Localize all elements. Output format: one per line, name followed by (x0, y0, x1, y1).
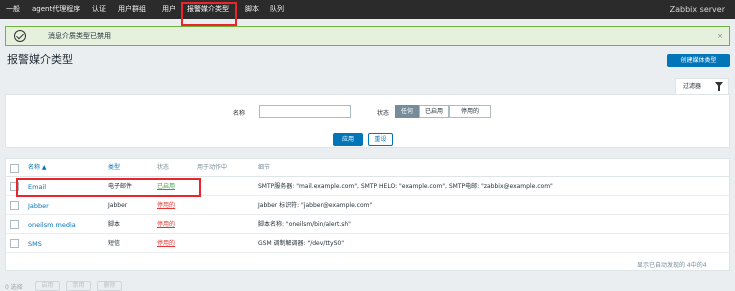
nav-authentication[interactable]: 认证 (92, 0, 106, 19)
media-type-details: GSM 调制解调器: "/dev/ttyS0" (258, 240, 344, 247)
status-filter-label: 状态 (377, 110, 390, 117)
media-type-details: SMTP服务器: "mail.example.com", SMTP HELO: … (258, 183, 553, 190)
media-type-name-link[interactable]: oneilsm media (28, 216, 76, 234)
media-type-details: 脚本名称: "oneilsm/bin/alert.sh" (258, 221, 351, 228)
row-checkbox[interactable] (10, 201, 19, 210)
media-type-type: Jabber (108, 202, 128, 209)
table-row: oneilsm media 脚本 停用的 脚本名称: "oneilsm/bin/… (6, 216, 729, 234)
nav-queue[interactable]: 队列 (270, 0, 284, 19)
close-icon[interactable]: × (717, 27, 723, 45)
column-name[interactable]: 名称 ▲ (28, 159, 47, 177)
brand-label: Zabbix server (669, 5, 725, 14)
filter-tab[interactable]: 过滤器 (675, 78, 729, 94)
nav-proxies[interactable]: agent代理程序 (32, 0, 80, 19)
filter-tab-label: 过滤器 (683, 83, 702, 90)
apply-button[interactable]: 应用 (333, 133, 363, 146)
row-checkbox[interactable] (10, 239, 19, 248)
nav-general[interactable]: 一般 (6, 0, 20, 19)
media-type-type: 脚本 (108, 221, 121, 228)
media-type-type: 短信 (108, 240, 121, 247)
select-all-checkbox[interactable] (10, 164, 19, 173)
nav-users[interactable]: 用户 (162, 0, 176, 19)
status-toggle-link[interactable]: 停用的 (157, 235, 175, 253)
reset-button[interactable]: 重设 (368, 133, 393, 146)
status-toggle-link[interactable]: 停用的 (157, 197, 175, 215)
column-status: 状态 (157, 164, 170, 171)
status-toggle-link[interactable]: 停用的 (157, 216, 175, 234)
column-used-in-actions: 用于动作中 (197, 164, 228, 171)
filter-panel: 名称 状态 任何 已启用 停用的 应用 重设 (5, 94, 730, 148)
name-filter-input[interactable] (259, 105, 351, 118)
success-message: 消息介质类型已禁用 × (5, 26, 730, 46)
media-type-name-link[interactable]: SMS (28, 235, 42, 253)
media-types-table: 名称 ▲ 类型 状态 用于动作中 细节 Email 电子邮件 已启用 SMTP服… (5, 158, 730, 271)
page-title: 报警媒介类型 (7, 53, 73, 66)
media-type-details: Jabber 标识符: "jabber@example.com" (258, 202, 373, 209)
column-details: 细节 (258, 164, 271, 171)
message-text: 消息介质类型已禁用 (48, 32, 111, 40)
table-row: Jabber Jabber 停用的 Jabber 标识符: "jabber@ex… (6, 197, 729, 215)
column-type[interactable]: 类型 (108, 159, 120, 177)
row-checkbox[interactable] (10, 220, 19, 229)
check-circle-icon (14, 30, 26, 42)
filter-icon (715, 82, 723, 91)
table-row: SMS 短信 停用的 GSM 调制解调器: "/dev/ttyS0" (6, 235, 729, 253)
status-disabled-option[interactable]: 停用的 (449, 105, 491, 118)
nav-scripts[interactable]: 脚本 (245, 0, 259, 19)
table-footer-count: 显示已自动发现的 4中的4 (637, 262, 707, 269)
nav-highlight-annotation (181, 2, 237, 26)
top-navigation: 一般 agent代理程序 认证 用户群组 用户 报警媒介类型 脚本 队列 Zab… (0, 0, 735, 19)
mass-enable-button[interactable]: 启用 (35, 281, 60, 291)
status-any-option[interactable]: 任何 (395, 105, 419, 118)
name-filter-label: 名称 (233, 110, 246, 117)
mass-delete-button[interactable]: 删除 (97, 281, 122, 291)
selected-count: 0 选择 (5, 284, 23, 291)
nav-user-groups[interactable]: 用户群组 (118, 0, 146, 19)
media-type-name-link[interactable]: Jabber (28, 197, 49, 215)
mass-disable-button[interactable]: 禁用 (66, 281, 91, 291)
status-enabled-option[interactable]: 已启用 (419, 105, 449, 118)
table-header: 名称 ▲ 类型 状态 用于动作中 细节 (6, 159, 729, 177)
create-media-type-button[interactable]: 创建媒体类型 (667, 54, 730, 67)
row-highlight-annotation (16, 178, 201, 197)
